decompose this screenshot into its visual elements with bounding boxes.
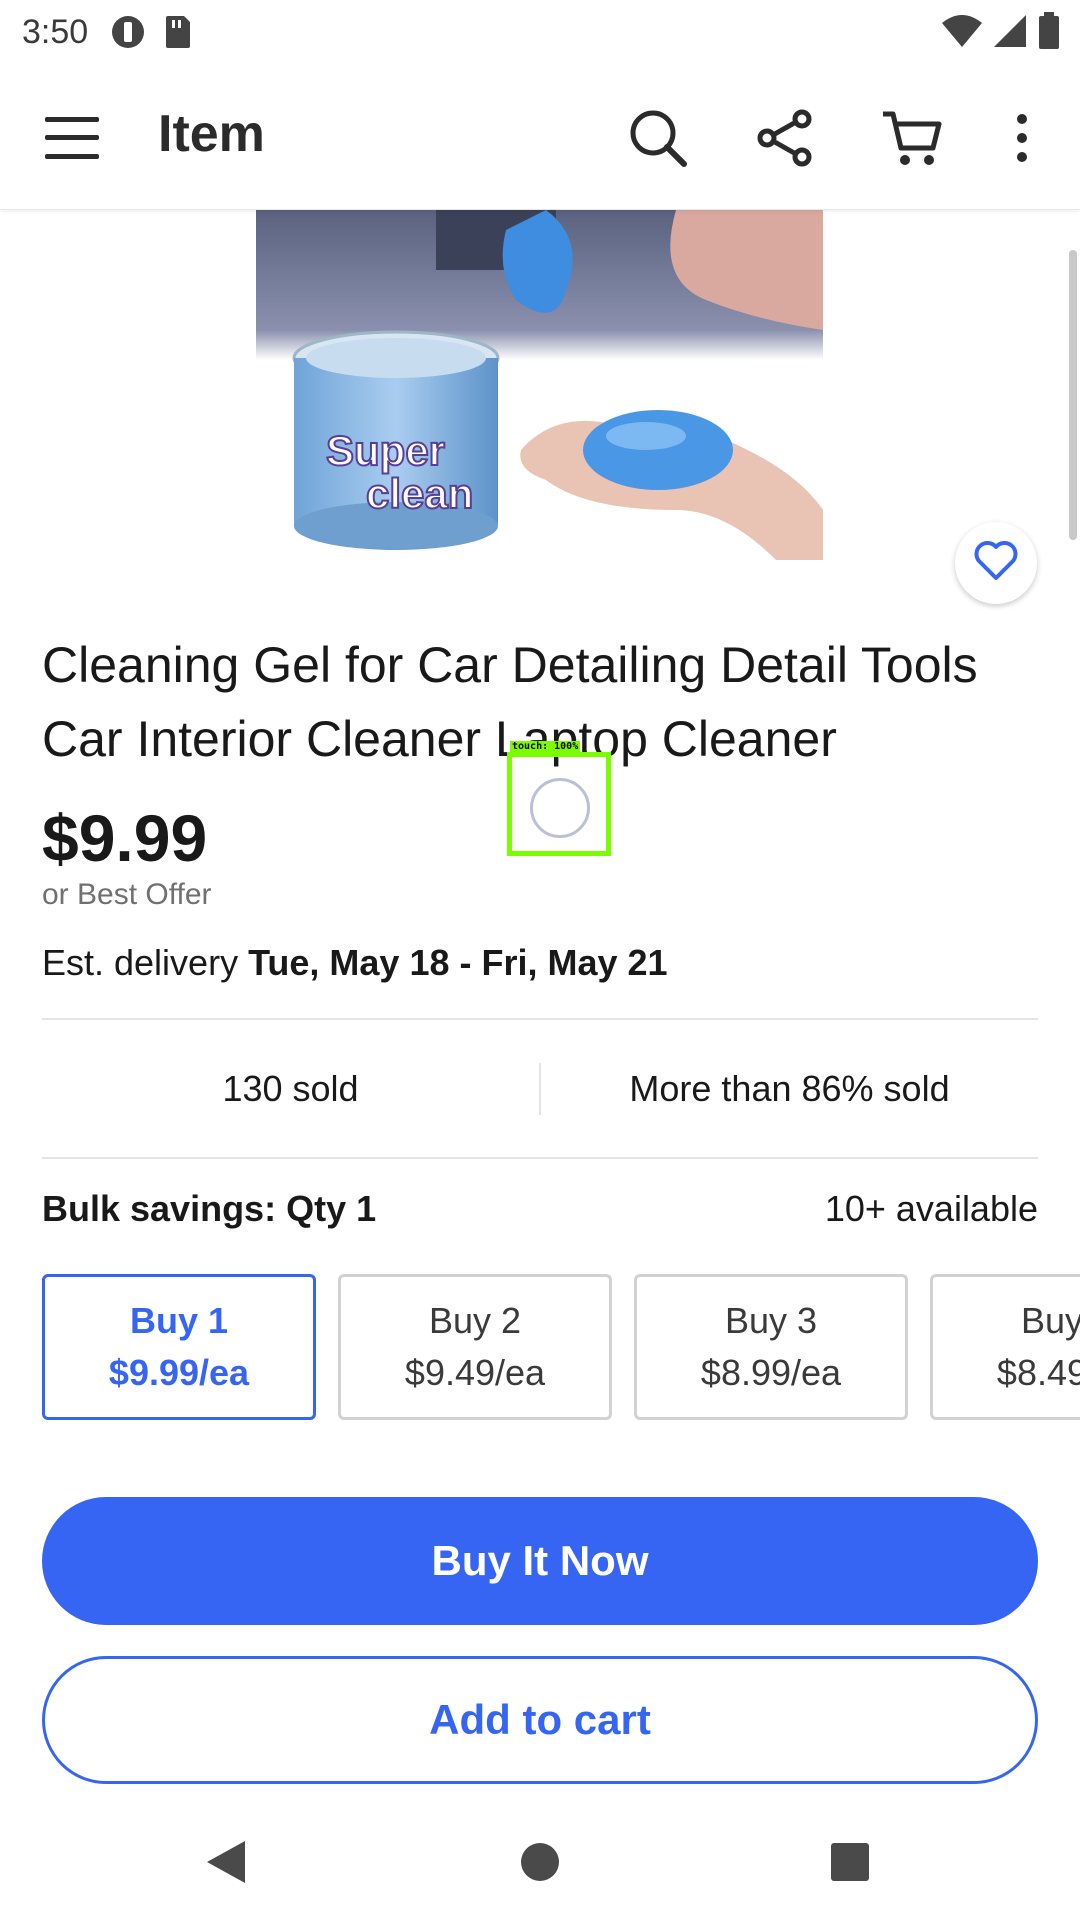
bulk-savings-label: Bulk savings: Qty 1 bbox=[42, 1188, 377, 1229]
bulk-option-1[interactable]: Buy 1 $9.99/ea bbox=[42, 1274, 316, 1420]
option-qty: Buy 3 bbox=[724, 1300, 818, 1341]
system-nav-bar bbox=[0, 1800, 1080, 1920]
option-qty: Buy 4 bbox=[1020, 1300, 1080, 1341]
data-saver-icon bbox=[110, 14, 146, 50]
touch-indicator-circle bbox=[530, 778, 590, 838]
divider bbox=[42, 1157, 1038, 1159]
cell-signal-icon bbox=[992, 13, 1028, 58]
scrollbar[interactable] bbox=[1069, 250, 1077, 540]
delivery-prefix: Est. delivery bbox=[42, 942, 249, 983]
search-icon[interactable] bbox=[626, 106, 690, 170]
buy-it-now-button[interactable]: Buy It Now bbox=[42, 1497, 1038, 1625]
available-count: 10+ available bbox=[824, 1188, 1038, 1229]
bulk-option-3[interactable]: Buy 3 $8.99/ea bbox=[634, 1274, 908, 1420]
option-qty: Buy 2 bbox=[428, 1300, 522, 1341]
option-price: $8.49/ea bbox=[996, 1352, 1080, 1393]
status-right-icons bbox=[942, 12, 1060, 59]
home-icon[interactable] bbox=[510, 1832, 570, 1892]
page-title: Item bbox=[158, 105, 265, 163]
sold-percent: More than 86% sold bbox=[629, 1068, 950, 1109]
cart-icon[interactable] bbox=[880, 106, 944, 170]
status-bar: 3:50 bbox=[0, 0, 1080, 64]
jar-label-line2: clean bbox=[366, 470, 473, 517]
sd-card-icon bbox=[162, 14, 192, 50]
option-qty: Buy 1 bbox=[129, 1300, 229, 1341]
jar-label-line1: Super bbox=[326, 427, 445, 474]
bulk-option-4[interactable]: Buy 4 $8.49/ea bbox=[930, 1274, 1080, 1420]
menu-icon[interactable] bbox=[44, 110, 100, 166]
sold-count: 130 sold bbox=[222, 1068, 359, 1109]
heart-icon bbox=[974, 540, 1018, 586]
back-icon[interactable] bbox=[196, 1832, 256, 1892]
price: $9.99 bbox=[42, 801, 208, 875]
recents-icon[interactable] bbox=[820, 1832, 880, 1892]
share-icon[interactable] bbox=[753, 106, 817, 170]
delivery-dates: Tue, May 18 - Fri, May 21 bbox=[248, 942, 668, 983]
product-image[interactable]: Super clean bbox=[256, 210, 823, 560]
more-vert-icon[interactable] bbox=[990, 106, 1054, 170]
sales-stats: 130 sold More than 86% sold bbox=[42, 1020, 1038, 1158]
bulk-options: Buy 1 $9.99/ea Buy 2 $9.49/ea Buy 3 $8.9… bbox=[42, 1274, 1080, 1420]
best-offer-label: or Best Offer bbox=[42, 878, 212, 911]
top-app-bar: Item bbox=[0, 64, 1080, 210]
wifi-icon bbox=[942, 13, 982, 58]
estimated-delivery: Est. delivery Tue, May 18 - Fri, May 21 bbox=[42, 942, 668, 984]
touch-indicator-label: touch: 100% bbox=[510, 741, 581, 752]
battery-icon bbox=[1038, 12, 1060, 59]
status-time: 3:50 bbox=[22, 12, 89, 51]
bulk-option-2[interactable]: Buy 2 $9.49/ea bbox=[338, 1274, 612, 1420]
watchlist-button[interactable] bbox=[955, 522, 1037, 604]
option-price: $9.99/ea bbox=[108, 1352, 250, 1393]
option-price: $9.49/ea bbox=[404, 1352, 546, 1393]
option-price: $8.99/ea bbox=[700, 1352, 842, 1393]
add-to-cart-button[interactable]: Add to cart bbox=[42, 1656, 1038, 1784]
